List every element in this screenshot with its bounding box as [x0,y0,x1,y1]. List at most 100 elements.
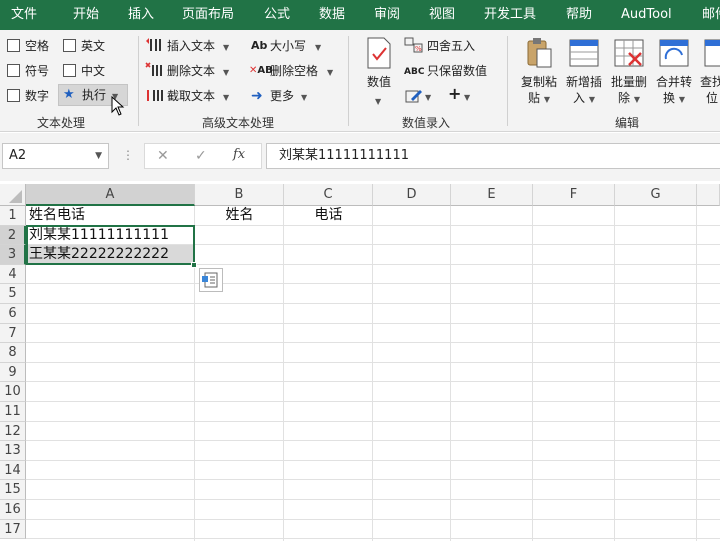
mouse-cursor-icon [111,96,125,116]
numeric-label[interactable]: 数值 [364,74,394,90]
tab-file[interactable]: 文件 [11,0,37,30]
row-header-7[interactable]: 7 [0,323,26,344]
row-header-15[interactable]: 15 [0,480,26,500]
row-header-8[interactable]: 8 [0,343,26,363]
fx-icon[interactable]: fx [233,147,245,163]
formula-input[interactable]: 刘某某11111111111 [266,143,720,169]
delete-text-icon[interactable] [145,62,165,78]
chevron-down-icon: ▼ [223,93,230,102]
row-header-11[interactable]: 11 [0,402,26,422]
chinese-checkbox[interactable] [63,64,76,77]
delete-text-label[interactable]: 删除文本 [167,63,215,79]
batch-delete-icon[interactable] [613,37,645,69]
row-header-2[interactable]: 2 [0,225,26,246]
quick-analysis-button[interactable] [199,268,223,292]
name-box-value: A2 [9,148,27,163]
chevron-down-icon: ▼ [223,43,230,52]
insert-text-label[interactable]: 插入文本 [167,38,215,54]
column-header-partial[interactable] [697,184,720,206]
spreadsheet-grid: ABCDEFG 1 2 3 4 5 6 7 8 9 10 11 12 13 14 15 16 17 姓名电话 姓名… [0,184,720,541]
row-header-10[interactable]: 10 [0,382,26,402]
row-header-12[interactable]: 12 [0,421,26,442]
tab-formulas[interactable]: 公式 [264,0,290,30]
column-gridline [614,206,615,541]
round-icon[interactable]: % [404,37,424,53]
extract-text-icon[interactable] [145,87,165,103]
copy-paste-label-2[interactable]: 贴 ▼ [518,90,560,108]
merge-convert-label[interactable]: 合并转 [652,74,696,90]
fill-handle[interactable] [191,262,197,268]
row-gridline [26,499,720,500]
round-label[interactable]: 四舍五入 [427,38,475,54]
cancel-icon[interactable]: ✕ [157,148,169,164]
number-entry-group-label: 数值录入 [402,116,451,130]
tab-help[interactable]: 帮助 [566,0,592,30]
star-icon: ★ [63,87,75,102]
row-header-3[interactable]: 3 [0,245,26,265]
lookup-icon[interactable] [703,37,720,69]
space-checkbox[interactable] [7,39,20,52]
edit-pen-icon[interactable] [405,88,423,104]
lookup-label-2[interactable]: 位 [706,90,720,106]
tab-review[interactable]: 审阅 [374,0,400,30]
batch-delete-label[interactable]: 批量删 [607,74,651,90]
english-checkbox[interactable] [63,39,76,52]
cell-c1[interactable]: 电话 [287,206,370,226]
group-separator [138,36,139,126]
column-header-a[interactable]: A [26,184,195,206]
column-header-e[interactable]: E [451,184,533,206]
column-header-g[interactable]: G [615,184,697,206]
confirm-icon[interactable]: ✓ [195,148,207,164]
tab-home[interactable]: 开始 [73,0,99,30]
column-header-b[interactable]: B [195,184,284,206]
name-box[interactable]: A2 ▼ [2,143,109,169]
row-header-4[interactable]: 4 [0,264,26,285]
row-header-13[interactable]: 13 [0,441,26,461]
add-insert-label-2[interactable]: 入 ▼ [562,90,606,108]
more-label[interactable]: 更多 [270,88,294,104]
column-header-c[interactable]: C [284,184,373,206]
select-all-corner[interactable] [0,184,26,206]
copy-paste-icon[interactable] [525,37,555,69]
number-checkbox[interactable] [7,89,20,102]
row-header-17[interactable]: 17 [0,519,26,540]
row-header-9[interactable]: 9 [0,362,26,383]
tab-developer[interactable]: 开发工具 [484,0,536,30]
number-label: 数字 [25,89,50,103]
chevron-down-icon[interactable]: ▼ [95,144,102,168]
plus-icon[interactable]: + [448,86,461,102]
keep-numeric-label[interactable]: 只保留数值 [427,63,487,79]
row-header-6[interactable]: 6 [0,304,26,324]
delete-space-label[interactable]: 删除空格 [270,63,318,79]
quick-analysis-icon [202,272,218,288]
tab-insert[interactable]: 插入 [128,0,154,30]
symbol-checkbox[interactable] [7,64,20,77]
numeric-icon[interactable] [364,36,394,70]
case-icon: Ab [251,39,268,52]
keep-numeric-icon: ABC [404,67,425,77]
lookup-label[interactable]: 查找 [700,74,720,90]
add-insert-icon[interactable] [568,37,600,69]
tab-page-layout[interactable]: 页面布局 [182,0,234,30]
tab-view[interactable]: 视图 [429,0,455,30]
row-gridline [26,479,720,481]
merge-convert-icon[interactable] [658,37,690,69]
add-insert-label[interactable]: 新增插 [562,74,606,90]
batch-delete-label-2[interactable]: 除 ▼ [607,90,651,108]
cell-a1[interactable]: 姓名电话 [29,206,192,226]
row-header-5[interactable]: 5 [0,284,26,304]
row-header-14[interactable]: 14 [0,460,26,481]
copy-paste-label[interactable]: 复制粘 [518,74,560,90]
insert-text-icon[interactable] [145,37,165,53]
column-header-d[interactable]: D [373,184,451,206]
extract-text-label[interactable]: 截取文本 [167,88,215,104]
merge-convert-label-2[interactable]: 换 ▼ [652,90,696,108]
row-header-1[interactable]: 1 [0,206,26,226]
tab-data[interactable]: 数据 [319,0,345,30]
case-label[interactable]: 大小写 [270,38,306,54]
cell-b1[interactable]: 姓名 [198,206,281,226]
tab-audtool[interactable]: AudTool [621,0,672,30]
column-header-f[interactable]: F [533,184,615,206]
tab-mail[interactable]: 邮件 [702,0,720,30]
row-header-16[interactable]: 16 [0,500,26,520]
